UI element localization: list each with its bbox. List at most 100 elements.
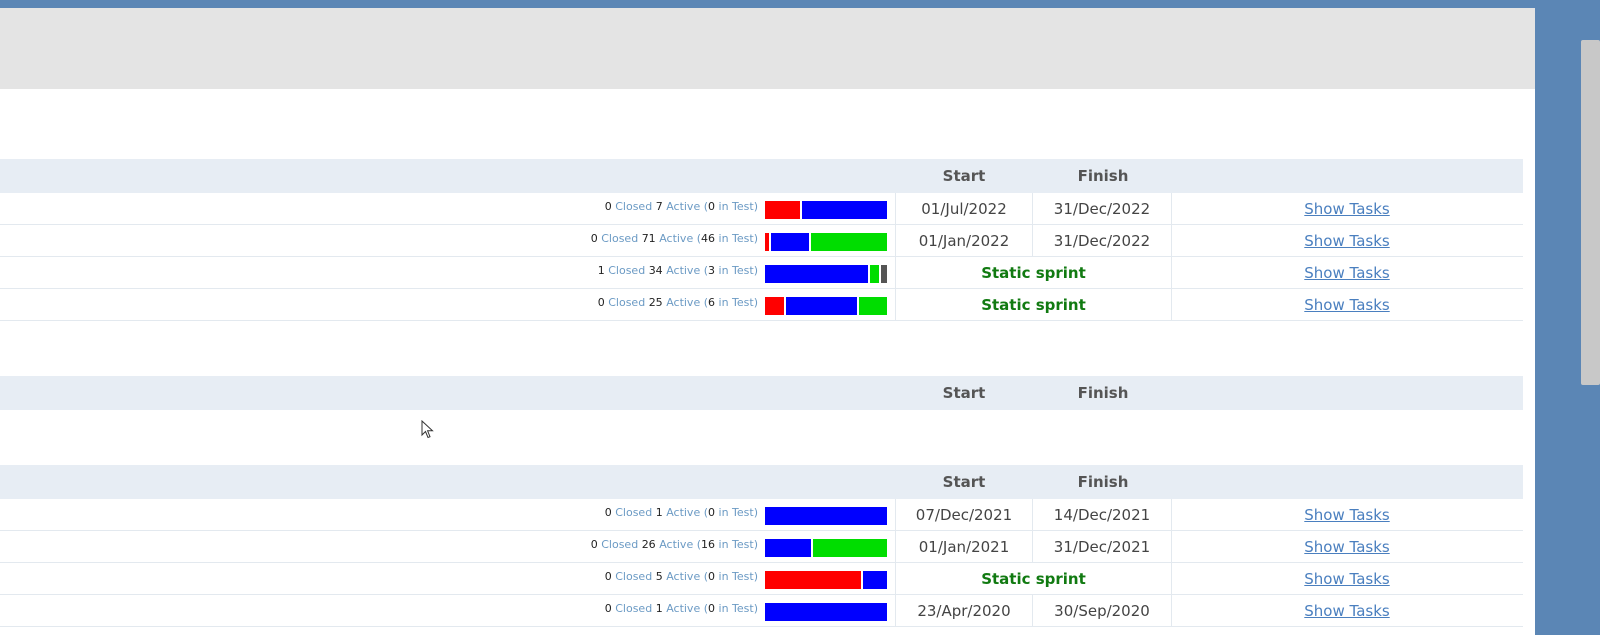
active-count: 71 [641,232,656,245]
finish-date: 31/Dec/2021 [1033,531,1172,563]
bar-segment-red [765,297,784,315]
progress-bar [765,571,887,589]
column-header-start[interactable]: Start [894,376,1034,410]
show-tasks-link[interactable]: Show Tasks [1272,595,1422,627]
closed-count: 0 [590,538,598,551]
finish-date: 30/Sep/2020 [1033,595,1172,627]
finish-date: 31/Dec/2022 [1033,193,1172,225]
finish-date: 31/Dec/2022 [1033,225,1172,257]
paren-close: ) [753,200,758,213]
active-label: Active [659,232,694,245]
paren-close: ) [753,506,758,519]
vertical-scrollbar-thumb[interactable] [1581,40,1600,385]
closed-count: 0 [597,296,605,309]
in-test-count: 46 [701,232,716,245]
task-stats: 0 Closed 25 Active (6 in Test) [598,289,758,321]
progress-bar [765,233,887,251]
progress-bar [765,201,887,219]
in-test-count: 0 [708,506,716,519]
column-header-finish[interactable]: Finish [1034,159,1172,193]
task-stats: 0 Closed 71 Active (46 in Test) [591,225,758,257]
active-label: Active [666,602,701,615]
sprint-row: 0 Closed 71 Active (46 in Test) 01/Jan/20… [0,225,1523,257]
bar-segment-green [811,233,887,251]
in-test-label: in Test [718,200,754,213]
closed-count: 0 [604,506,612,519]
static-sprint-label: Static sprint [895,563,1172,595]
bar-segment-red [765,201,800,219]
in-test-label: in Test [718,296,754,309]
bar-segment-blue [801,201,887,219]
show-tasks-link[interactable]: Show Tasks [1272,563,1422,595]
show-tasks-link[interactable]: Show Tasks [1272,193,1422,225]
bar-segment-red [765,571,861,589]
bar-segment-blue [765,507,887,525]
show-tasks-link[interactable]: Show Tasks [1272,289,1422,321]
start-date: 07/Dec/2021 [895,499,1033,531]
paren-close: ) [753,570,758,583]
window-top-strip [0,0,1600,8]
column-header-start[interactable]: Start [894,465,1034,499]
section-header: Start Finish [0,159,1523,193]
active-count: 26 [641,538,656,551]
in-test-count: 16 [701,538,716,551]
task-stats: 0 Closed 1 Active (0 in Test) [605,499,758,531]
closed-count: 0 [590,232,598,245]
closed-label: Closed [601,538,639,551]
column-header-finish[interactable]: Finish [1034,465,1172,499]
static-sprint-label: Static sprint [895,289,1172,321]
progress-bar [765,603,887,621]
progress-bar [765,265,887,283]
in-test-count: 6 [708,296,716,309]
start-date: 01/Jul/2022 [895,193,1033,225]
bar-segment-green [858,297,887,315]
sprint-row: 0 Closed 25 Active (6 in Test) Static spr… [0,289,1523,321]
active-count: 1 [655,506,663,519]
sprint-row: 1 Closed 34 Active (3 in Test) Static spr… [0,257,1523,289]
in-test-label: in Test [718,602,754,615]
bar-segment-blue [765,539,811,557]
active-count: 34 [648,264,663,277]
closed-count: 0 [604,200,612,213]
closed-label: Closed [608,264,646,277]
paren-close: ) [753,538,758,551]
task-stats: 1 Closed 34 Active (3 in Test) [598,257,758,289]
closed-label: Closed [615,506,653,519]
start-date: 23/Apr/2020 [895,595,1033,627]
task-stats: 0 Closed 5 Active (0 in Test) [605,563,758,595]
bar-segment-blue [770,233,810,251]
column-header-finish[interactable]: Finish [1034,376,1172,410]
closed-count: 0 [604,602,612,615]
in-test-label: in Test [718,506,754,519]
in-test-label: in Test [718,538,754,551]
progress-bar [765,297,887,315]
closed-count: 0 [604,570,612,583]
active-count: 7 [655,200,663,213]
bar-segment-blue [785,297,857,315]
closed-label: Closed [601,232,639,245]
closed-label: Closed [615,570,653,583]
progress-bar [765,539,887,557]
page-header-band [0,8,1535,89]
show-tasks-link[interactable]: Show Tasks [1272,499,1422,531]
closed-label: Closed [615,200,653,213]
sprint-row: 0 Closed 1 Active (0 in Test) 23/Apr/2020… [0,595,1523,627]
bar-segment-blue [765,265,868,283]
bar-segment-green [812,539,887,557]
closed-label: Closed [615,602,653,615]
section-header: Start Finish [0,465,1523,499]
active-label: Active [666,570,701,583]
closed-count: 1 [597,264,605,277]
show-tasks-link[interactable]: Show Tasks [1272,225,1422,257]
active-count: 1 [655,602,663,615]
show-tasks-link[interactable]: Show Tasks [1272,257,1422,289]
paren-close: ) [753,296,758,309]
start-date: 01/Jan/2021 [895,531,1033,563]
in-test-count: 0 [708,602,716,615]
section-header: Start Finish [0,376,1523,410]
in-test-label: in Test [718,570,754,583]
active-label: Active [666,200,701,213]
column-header-start[interactable]: Start [894,159,1034,193]
in-test-label: in Test [718,232,754,245]
show-tasks-link[interactable]: Show Tasks [1272,531,1422,563]
